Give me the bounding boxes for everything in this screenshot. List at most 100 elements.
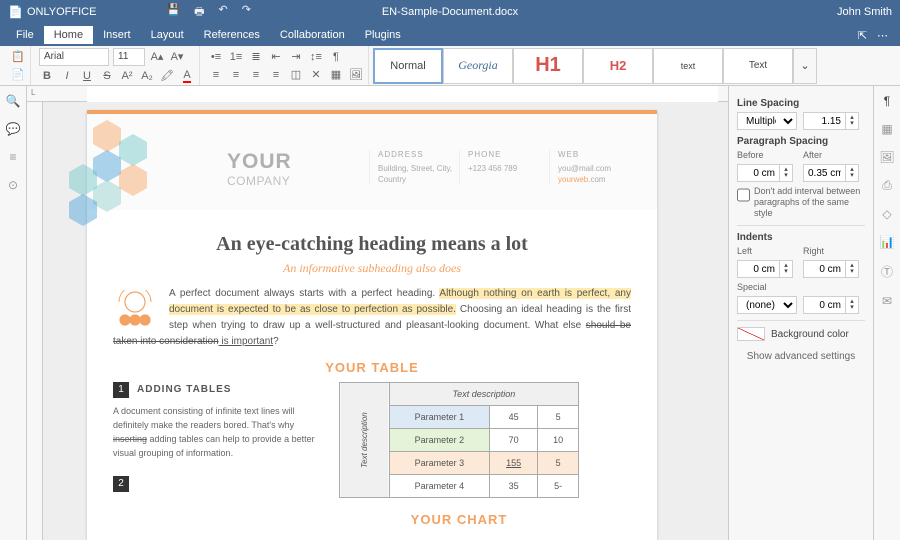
underline-icon[interactable]: U <box>79 68 95 84</box>
paragraph-settings-icon[interactable]: ¶ <box>884 94 890 108</box>
align-justify-icon[interactable]: ≡ <box>268 67 284 83</box>
more-icon[interactable]: ⋯ <box>877 29 888 42</box>
print-icon[interactable]: 🖶 <box>194 3 204 22</box>
comments-icon[interactable]: 💬 <box>6 122 21 136</box>
special-indent-select[interactable]: (none) <box>737 296 797 314</box>
tab-insert[interactable]: Insert <box>93 26 141 44</box>
tab-layout[interactable]: Layout <box>141 26 194 44</box>
left-sidebar: 🔍 💬 ≡ ⊙ <box>0 86 27 540</box>
align-right-icon[interactable]: ≡ <box>248 67 264 83</box>
subscript-icon[interactable]: A₂ <box>139 68 155 84</box>
italic-icon[interactable]: I <box>59 68 75 84</box>
indent-right-label: Right <box>803 246 863 256</box>
style-normal[interactable]: Normal <box>373 48 443 84</box>
phone-value: +123 456 789 <box>468 163 549 174</box>
indent-left[interactable]: ▴▾ <box>737 260 797 278</box>
copy-icon[interactable]: 📋 <box>10 49 26 65</box>
before-label: Before <box>737 150 797 160</box>
user-name[interactable]: John Smith <box>837 6 892 18</box>
style-h2[interactable]: H2 <box>583 48 653 84</box>
document-page[interactable]: YOUR COMPANY ADDRESS Building, Street, C… <box>87 110 657 540</box>
mail-merge-icon[interactable]: ✉ <box>882 294 892 308</box>
styles-more-icon[interactable]: ⌄ <box>793 48 817 84</box>
decorative-illustration <box>113 290 157 330</box>
image-settings-icon[interactable]: 🖼 <box>879 150 894 164</box>
tab-references[interactable]: References <box>194 26 270 44</box>
paragraph-panel: Line Spacing Multiple ▴▾ Paragraph Spaci… <box>728 86 873 540</box>
line-spacing-icon[interactable]: ↕≡ <box>308 49 324 65</box>
header-settings-icon[interactable]: ⎙ <box>882 178 892 193</box>
font-family-select[interactable]: Arial <box>39 48 109 66</box>
header-info: ADDRESS Building, Street, City, Country … <box>369 150 639 185</box>
line-spacing-mode[interactable]: Multiple <box>737 112 797 130</box>
indent-right[interactable]: ▴▾ <box>803 260 863 278</box>
bold-icon[interactable]: B <box>39 68 55 84</box>
align-center-icon[interactable]: ≡ <box>228 67 244 83</box>
insert-image-icon[interactable]: 🖼 <box>348 67 364 83</box>
section-num: 1 <box>113 382 129 398</box>
feedback-icon[interactable]: ⊙ <box>8 178 18 192</box>
highlight-icon[interactable]: 🖍 <box>159 68 175 84</box>
horizontal-ruler[interactable]: L <box>27 86 728 102</box>
textart-settings-icon[interactable]: Ⓣ <box>881 263 893 280</box>
vertical-ruler[interactable] <box>27 102 43 540</box>
style-text2[interactable]: Text <box>723 48 793 84</box>
decrease-indent-icon[interactable]: ⇤ <box>268 49 284 65</box>
navigation-icon[interactable]: ≡ <box>9 150 16 164</box>
shading-icon[interactable]: ◫ <box>288 67 304 83</box>
tab-collaboration[interactable]: Collaboration <box>270 26 355 44</box>
clear-style-icon[interactable]: ✕ <box>308 67 324 83</box>
app-logo: 📄 ONLYOFFICE <box>8 5 96 19</box>
bg-color-swatch[interactable] <box>737 327 765 341</box>
logo-icon: 📄 <box>8 5 23 19</box>
document-area: L YOUR COMPANY <box>27 86 728 540</box>
style-h1[interactable]: H1 <box>513 48 583 84</box>
style-georgia[interactable]: Georgia <box>443 48 513 84</box>
shape-settings-icon[interactable]: ◇ <box>882 207 891 221</box>
save-icon[interactable]: 💾 <box>166 3 180 22</box>
special-label: Special <box>737 282 797 292</box>
page-body[interactable]: An eye-catching heading means a lot An i… <box>87 210 657 540</box>
open-location-icon[interactable]: ⇱ <box>858 29 867 42</box>
tab-file[interactable]: File <box>6 26 44 44</box>
spacing-before[interactable]: ▴▾ <box>737 164 797 182</box>
indent-left-label: Left <box>737 246 797 256</box>
increase-font-icon[interactable]: A▴ <box>149 49 165 65</box>
strike-icon[interactable]: S <box>99 68 115 84</box>
multilevel-icon[interactable]: ≣ <box>248 49 264 65</box>
no-interval-checkbox[interactable]: Don't add interval between paragraphs of… <box>737 186 865 219</box>
table-section-title: YOUR TABLE <box>113 360 631 376</box>
line-spacing-value[interactable]: ▴▾ <box>803 112 863 130</box>
indents-title: Indents <box>737 232 865 243</box>
redo-icon[interactable]: ↷ <box>242 3 251 22</box>
numbering-icon[interactable]: 1≡ <box>228 49 244 65</box>
web-value: you@mail.comyourweb.com <box>558 163 639 185</box>
ribbon-home: 📋 📄 Arial 11 A▴ A▾ B I U S A² A₂ 🖍 A •≡ … <box>0 46 900 86</box>
chart-settings-icon[interactable]: 📊 <box>880 235 895 249</box>
undo-icon[interactable]: ↶ <box>219 3 228 22</box>
insert-table-icon[interactable]: ▦ <box>328 67 344 83</box>
tab-plugins[interactable]: Plugins <box>355 26 411 44</box>
superscript-icon[interactable]: A² <box>119 68 135 84</box>
tab-home[interactable]: Home <box>44 26 93 44</box>
paste-icon[interactable]: 📄 <box>10 67 26 83</box>
advanced-settings-link[interactable]: Show advanced settings <box>737 351 865 362</box>
table-settings-icon[interactable]: ▦ <box>881 122 892 136</box>
font-color-icon[interactable]: A <box>179 68 195 84</box>
font-size-select[interactable]: 11 <box>113 48 145 66</box>
special-indent-value[interactable]: ▴▾ <box>803 296 863 314</box>
style-text[interactable]: text <box>653 48 723 84</box>
status-indicator: L <box>31 88 35 97</box>
bullets-icon[interactable]: •≡ <box>208 49 224 65</box>
increase-indent-icon[interactable]: ⇥ <box>288 49 304 65</box>
spacing-after[interactable]: ▴▾ <box>803 164 863 182</box>
nonprinting-icon[interactable]: ¶ <box>328 49 344 65</box>
after-label: After <box>803 150 863 160</box>
decrease-font-icon[interactable]: A▾ <box>169 49 185 65</box>
section-num-2: 2 <box>113 476 129 492</box>
search-icon[interactable]: 🔍 <box>6 94 21 108</box>
section-1: 1ADDING TABLES A document consisting of … <box>113 382 323 534</box>
doc-subheading: An informative subheading also does <box>113 260 631 276</box>
align-left-icon[interactable]: ≡ <box>208 67 224 83</box>
background-color-row[interactable]: Background color <box>737 327 865 341</box>
